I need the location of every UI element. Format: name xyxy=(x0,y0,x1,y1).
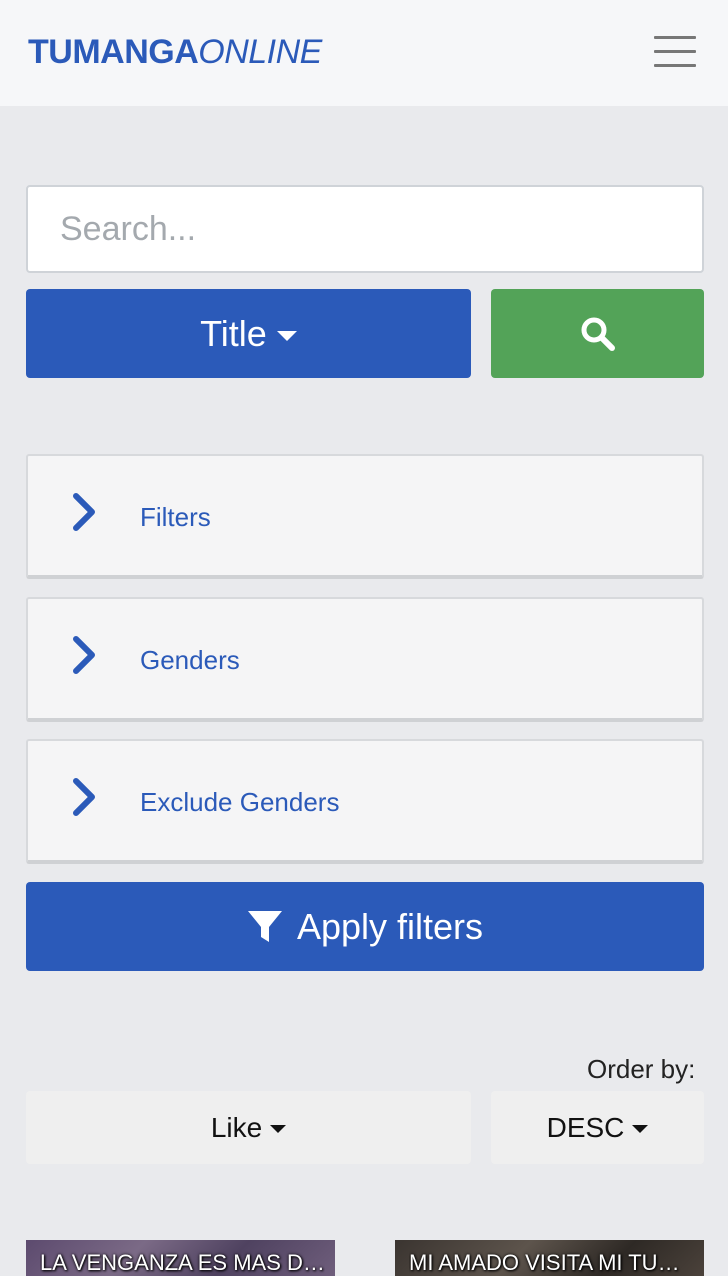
caret-down-icon xyxy=(632,1124,649,1133)
navbar: TUMANGAONLINE xyxy=(0,0,728,106)
manga-card-title: LA VENGANZA ES MAS DULCE xyxy=(40,1250,325,1275)
search-icon xyxy=(581,317,615,351)
order-by-label: Order by: xyxy=(587,1054,696,1084)
search-input[interactable] xyxy=(26,185,704,273)
manga-card-title: MI AMADO VISITA MI TUMBA xyxy=(409,1250,694,1275)
order-field-dropdown[interactable]: Like xyxy=(26,1091,471,1164)
apply-filters-label: Apply filters xyxy=(296,905,484,947)
order-direction-value: DESC xyxy=(546,1111,625,1143)
chevron-right-icon xyxy=(73,636,95,674)
chevron-right-icon xyxy=(73,778,95,816)
apply-filters-button[interactable]: Apply filters xyxy=(26,882,704,971)
panel-label: Exclude Genders xyxy=(140,787,340,817)
hamburger-icon[interactable] xyxy=(652,34,700,70)
brand-logo-bold: TUMANGA xyxy=(28,33,199,71)
panel-genders[interactable]: Genders xyxy=(26,597,704,722)
manga-card[interactable]: MI AMADO VISITA MI TUMBA xyxy=(395,1240,704,1276)
brand-logo-italic: ONLINE xyxy=(198,33,322,71)
manga-card[interactable]: LA VENGANZA ES MAS DULCE xyxy=(26,1240,335,1276)
caret-down-icon xyxy=(276,330,297,341)
panel-filters[interactable]: Filters xyxy=(26,454,704,579)
panel-exclude-genders[interactable]: Exclude Genders xyxy=(26,739,704,864)
hamburger-line xyxy=(654,36,696,39)
filter-icon xyxy=(247,910,282,942)
hamburger-line xyxy=(654,50,696,53)
order-direction-dropdown[interactable]: DESC xyxy=(491,1091,704,1164)
chevron-right-icon xyxy=(73,493,95,531)
search-button[interactable] xyxy=(491,289,704,378)
brand-logo[interactable]: TUMANGAONLINE xyxy=(28,32,322,72)
search-type-label: Title xyxy=(200,312,267,354)
panel-label: Filters xyxy=(140,502,211,532)
search-type-dropdown-button[interactable]: Title xyxy=(26,289,471,378)
caret-down-icon xyxy=(270,1124,287,1133)
panel-label: Genders xyxy=(140,645,240,675)
order-field-value: Like xyxy=(210,1111,263,1143)
hamburger-line xyxy=(654,64,696,67)
